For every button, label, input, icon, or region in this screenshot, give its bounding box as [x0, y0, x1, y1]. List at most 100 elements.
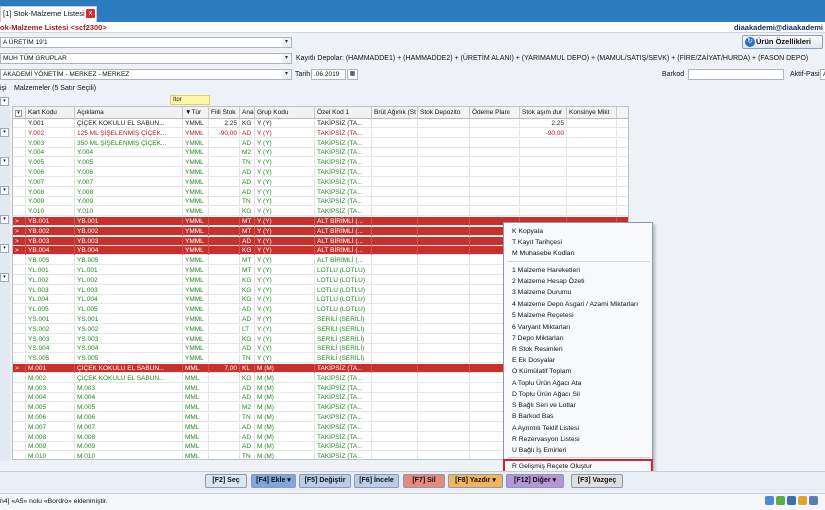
cell-acik: M.005: [75, 403, 183, 413]
header-aciklama[interactable]: Açıklama: [75, 107, 183, 119]
cell-brut: [372, 334, 418, 344]
chevron-down-icon[interactable]: ▾: [0, 97, 9, 106]
chevron-down-icon[interactable]: ▾: [0, 157, 9, 166]
window-icon[interactable]: [809, 496, 818, 505]
menu-item[interactable]: 4 Malzeme Depo Asgari / Azami Miktarları: [512, 299, 650, 310]
cell-ozel: LOTLU (LOTLU): [315, 305, 372, 315]
table-row[interactable]: Y.006 Y.006 YMML AD Y (Y) TAKİPSİZ (TA...: [13, 168, 628, 177]
menu-item[interactable]: 3 Malzeme Durumu: [512, 287, 650, 298]
table-row[interactable]: Y.009 Y.009 YMML TN Y (Y) TAKİPSİZ (TA...: [13, 197, 628, 207]
cell-ana: TN: [240, 158, 255, 168]
menu-item[interactable]: K Kopyala: [512, 226, 650, 237]
menu-item[interactable]: S Bağlı Seri ve Lotlar: [512, 400, 650, 411]
header-stok-depozito[interactable]: Stok Depozito: [418, 107, 470, 119]
header-fiili-stok[interactable]: Fiili Stok: [209, 107, 240, 119]
header-stok-asim[interactable]: Stok aşım dur: [520, 107, 567, 119]
menu-item[interactable]: E Ek Dosyalar: [512, 355, 650, 366]
menu-item[interactable]: M Muhasebe Kodları: [512, 248, 650, 259]
menu-item[interactable]: R Stok Resimleri: [512, 344, 650, 355]
table-row[interactable]: Y.004 Y.004 YMML M2 Y (Y) TAKİPSİZ (TA...: [13, 148, 628, 158]
table-row[interactable]: Y.005 Y.005 YMML TN Y (Y) TAKİPSİZ (TA...: [13, 158, 628, 168]
chevron-down-icon[interactable]: ▾: [0, 244, 9, 253]
grup-select[interactable]: MUH TÜM GRUPLAR ▾: [0, 53, 292, 64]
donem-select[interactable]: A ÜRETİM 19'1 ▾: [0, 37, 292, 48]
menu-item[interactable]: A Toplu Ürün Ağacı Ata: [512, 378, 650, 389]
menu-item[interactable]: A Ayrıntılı Teklif Listesi: [512, 423, 650, 434]
f8-yazdir-button[interactable]: [F8] Yazdır ▾: [448, 474, 503, 488]
table-row[interactable]: Y.008 Y.008 YMML AD Y (Y) TAKİPSİZ (TA...: [13, 187, 628, 197]
cell-ind: [13, 138, 26, 148]
f12-diger-button[interactable]: [F12] Diğer ▾: [506, 474, 564, 488]
sube-select[interactable]: AKADEMİ YÖNETİM - MERKEZ - MERKEZ ▾: [0, 69, 292, 80]
calendar-icon[interactable]: ▦: [347, 69, 358, 80]
tab-close-icon[interactable]: x: [86, 9, 95, 18]
header-ozel-kod-1[interactable]: Özel Kod 1: [315, 107, 372, 119]
menu-item[interactable]: 1 Malzeme Hareketleri: [512, 265, 650, 276]
f2-sec-button[interactable]: [F2] Seç: [205, 474, 247, 488]
table-row[interactable]: Y.007 Y.007 YMML AD Y (Y) TAKİPSİZ (TA...: [13, 177, 628, 187]
menu-item[interactable]: O Kümülatif Toplam: [512, 366, 650, 377]
cell-fiili: [209, 422, 240, 432]
menu-item[interactable]: T Kayıt Tarihçesi: [512, 237, 650, 248]
refresh-icon: ↻: [745, 37, 755, 47]
table-row[interactable]: Y.002 125 ML ŞİŞELENMİŞ ÇİÇEK... YMML -90,0…: [13, 128, 628, 138]
tab-stok-malzeme-listesi[interactable]: [1] Stok-Malzeme Listesi: [0, 6, 97, 22]
cell-kons: [567, 187, 617, 197]
chevron-down-icon[interactable]: ▾: [282, 54, 291, 63]
cell-ozel: ALT BİRİMLİ (...: [315, 217, 372, 226]
f3-vazgec-button[interactable]: [F3] Vazgeç: [571, 474, 623, 488]
menu-item[interactable]: 2 Malzeme Hesap Özeti: [512, 276, 650, 287]
chevron-down-icon[interactable]: ▾: [0, 273, 9, 282]
table-row[interactable]: Y.003 350 ML ŞİŞELENMİŞ ÇİÇEK... YMML AD Y (…: [13, 138, 628, 148]
tarih-input[interactable]: .06.2019: [311, 69, 346, 80]
f5-degistir-button[interactable]: [F5] Değiştir: [299, 474, 351, 488]
header-grup-kodu[interactable]: Grup Kodu: [255, 107, 315, 119]
barkod-input[interactable]: [688, 69, 784, 80]
cell-tur: MML: [183, 422, 209, 432]
cell-fiili: [209, 177, 240, 187]
chevron-down-icon[interactable]: ▾: [0, 128, 9, 137]
cell-brut: [372, 364, 418, 373]
menu-item[interactable]: 6 Varyant Miktarları: [512, 322, 650, 333]
menu-item[interactable]: B Barkod Bas: [512, 411, 650, 422]
cell-acik: M.010: [75, 452, 183, 459]
cell-depoz: [418, 354, 470, 364]
header-odeme-plani[interactable]: Ödeme Planı: [470, 107, 520, 119]
f4-ekle-button[interactable]: [F4] Ekle ▾: [251, 474, 296, 488]
f6-incele-button[interactable]: [F6] İncele: [354, 474, 399, 488]
user-icon[interactable]: [765, 496, 774, 505]
cell-acik: YB.003: [75, 236, 183, 246]
bell-icon[interactable]: [798, 496, 807, 505]
chevron-down-icon[interactable]: ▾: [0, 186, 9, 195]
aktif-pasif-input[interactable]: A: [820, 69, 825, 80]
cell-ana: M2: [240, 148, 255, 158]
cell-kod: YL.003: [26, 285, 75, 295]
chat-icon[interactable]: [776, 496, 785, 505]
cell-tur: YMML: [183, 324, 209, 334]
cell-odeme: [470, 128, 520, 138]
header-tur[interactable]: ▼Tür: [183, 107, 209, 119]
cell-fiili: [209, 295, 240, 305]
table-row[interactable]: Y.010 Y.010 YMML KG Y (Y) TAKİPSİZ (TA...: [13, 207, 628, 217]
tarih-label: Tarih: [295, 71, 311, 78]
cell-ana: KG: [240, 295, 255, 305]
menu-item[interactable]: R Rezervasyon Listesi: [512, 434, 650, 445]
menu-item[interactable]: D Toplu Ürün Ağacı Sil: [512, 389, 650, 400]
table-row[interactable]: Y.001 ÇİÇEK KOKULU EL SABUN... YMML 2,25 KG Y…: [13, 119, 628, 128]
gear-icon[interactable]: [787, 496, 796, 505]
menu-item[interactable]: 7 Depo Miktarları: [512, 333, 650, 344]
chevron-down-icon[interactable]: ▾: [15, 110, 22, 117]
header-brut-agirlik[interactable]: Brüt Ağırlık (St: [372, 107, 418, 119]
filter-cell[interactable]: Itor: [170, 95, 210, 105]
menu-item[interactable]: U Bağlı İş Emirleri: [512, 445, 650, 456]
menu-item[interactable]: 5 Malzeme Reçetesi: [512, 310, 650, 321]
header-ana[interactable]: Ana: [240, 107, 255, 119]
chevron-down-icon[interactable]: ▾: [282, 38, 291, 47]
cell-tur: YMML: [183, 344, 209, 354]
chevron-down-icon[interactable]: ▾: [0, 215, 9, 224]
header-konsinye[interactable]: Konsinye Mikt: [567, 107, 617, 119]
cell-tur: YMML: [183, 187, 209, 197]
f7-sil-button[interactable]: [F7] Sil: [403, 474, 445, 488]
header-kart-kodu[interactable]: Kart Kodu: [26, 107, 75, 119]
chevron-down-icon[interactable]: ▾: [282, 70, 291, 79]
